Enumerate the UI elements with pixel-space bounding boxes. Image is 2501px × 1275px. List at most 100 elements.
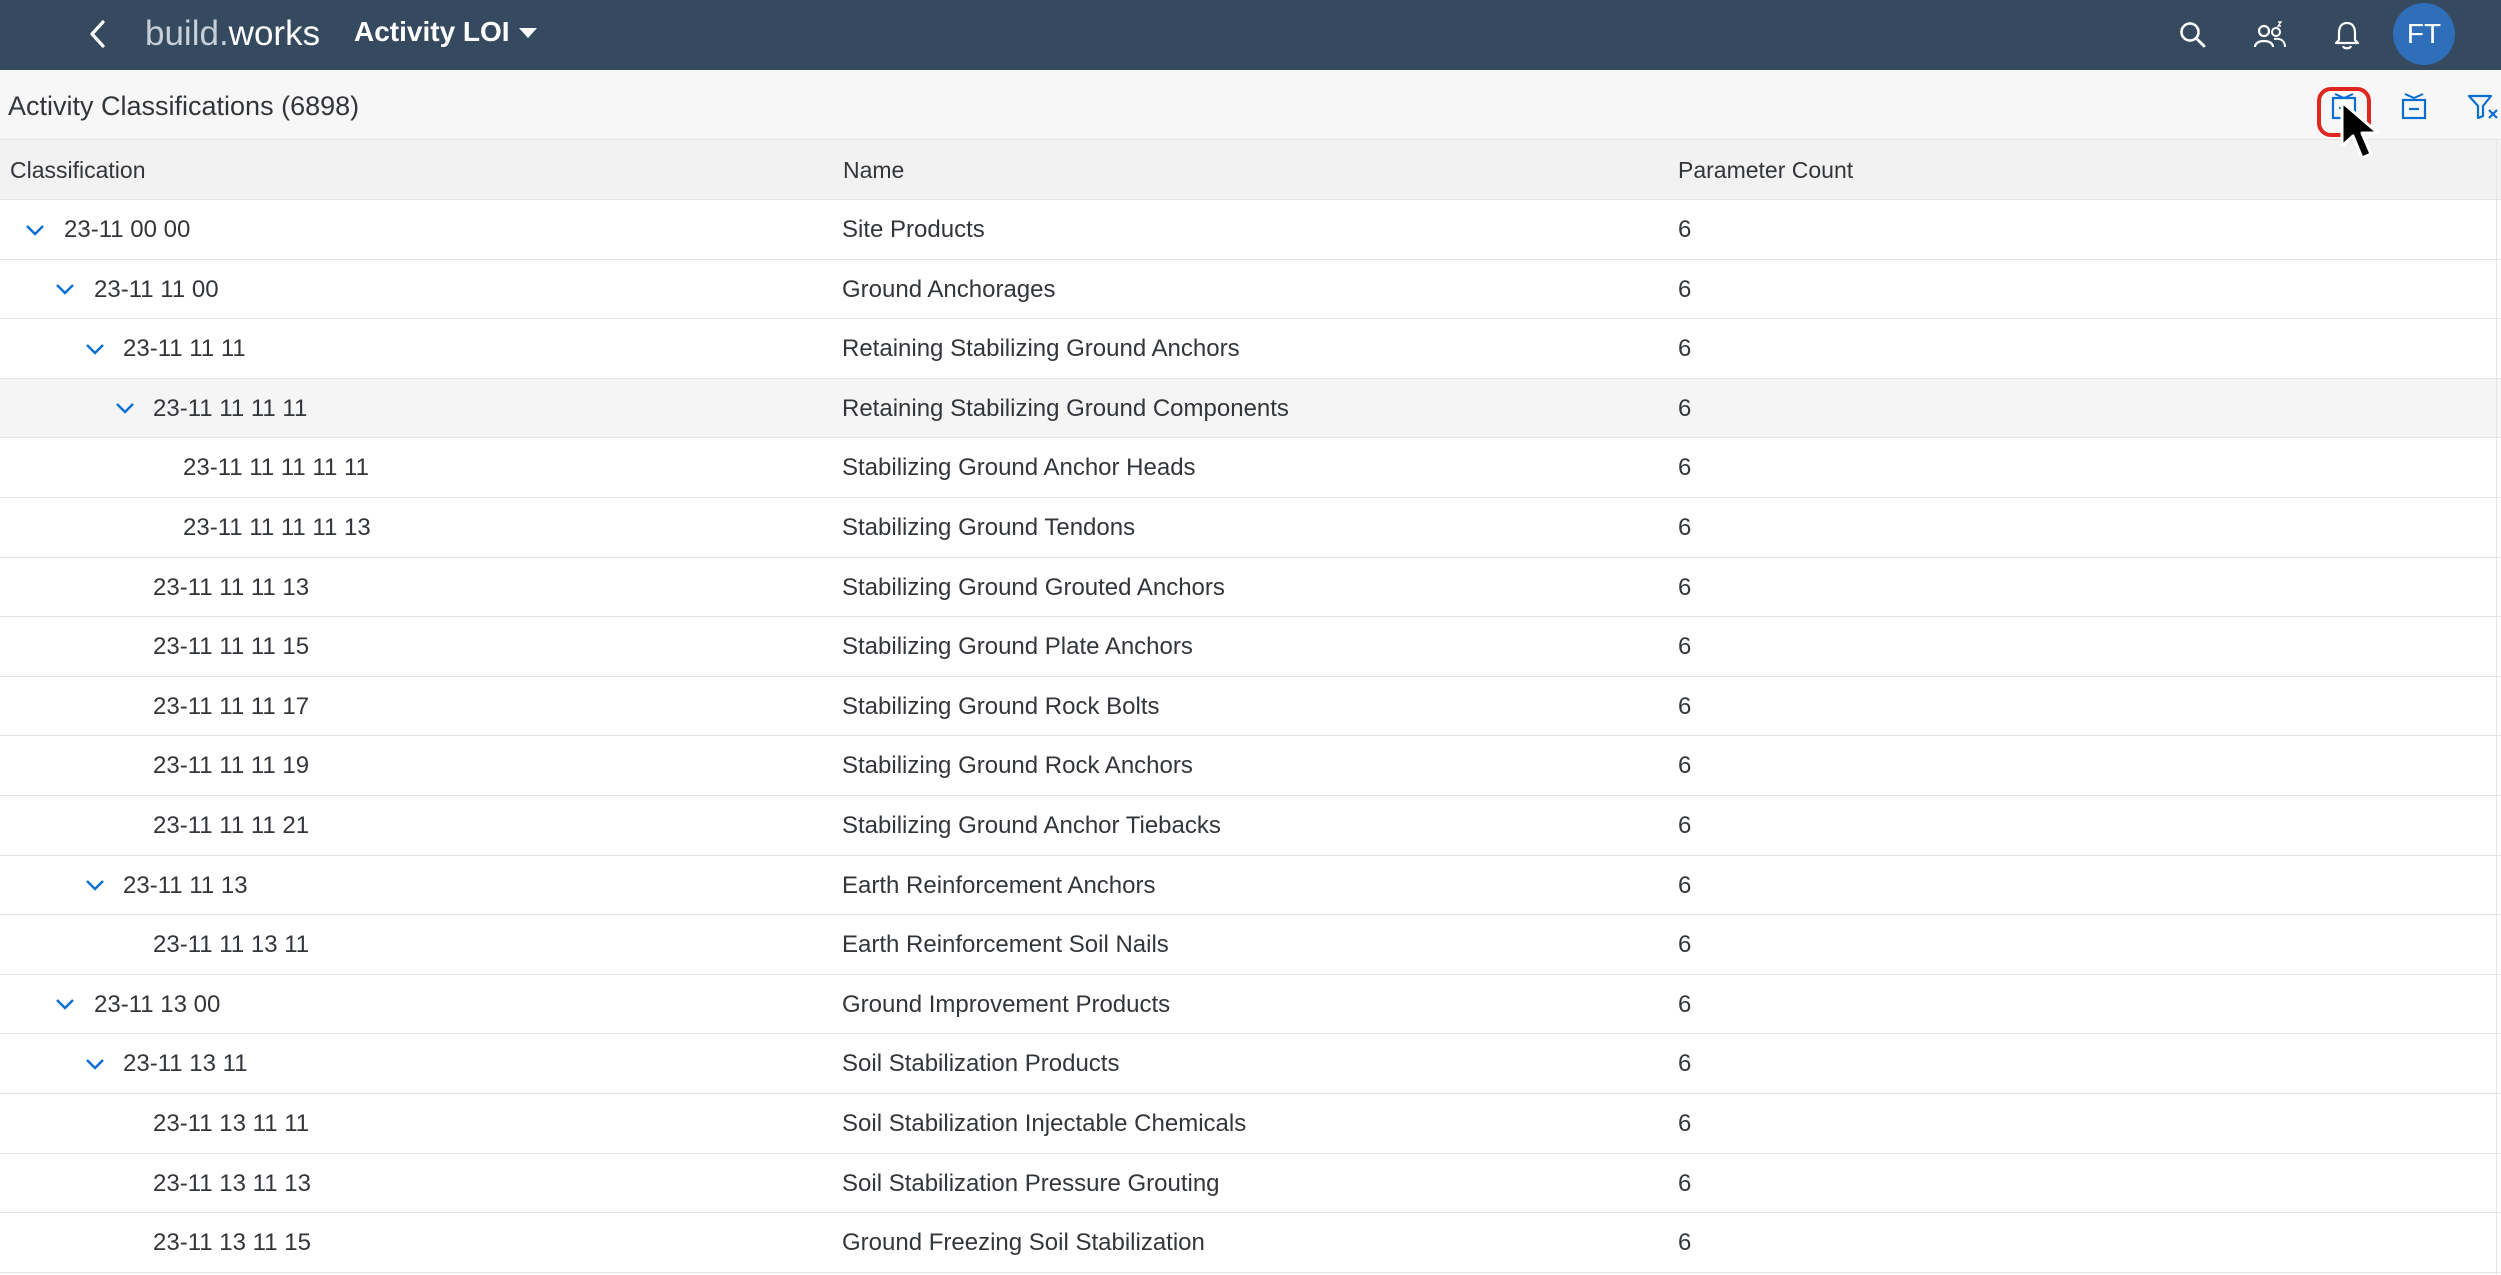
classification-cell: 23-11 11 11 11 [153, 394, 308, 422]
classification-cell: 23-11 11 11 15 [153, 633, 310, 661]
notifications-button[interactable] [2325, 13, 2369, 57]
parameter-count-cell: 6 [1678, 1050, 1692, 1078]
avatar-initials: FT [2406, 18, 2442, 49]
collapse-chevron-icon[interactable] [22, 200, 48, 259]
table-row[interactable]: 23-11 11 11 21 Stabilizing Ground Anchor… [0, 795, 2501, 856]
table-right-border [2496, 140, 2497, 1275]
collapse-chevron-icon[interactable] [82, 319, 108, 378]
table-row[interactable]: 23-11 00 00 Site Products 6 [0, 200, 2501, 260]
name-cell: Stabilizing Ground Rock Bolts [842, 692, 1160, 720]
parameter-count-cell: 6 [1678, 1169, 1692, 1197]
parameter-count-cell: 6 [1678, 990, 1692, 1018]
table-row[interactable]: 23-11 11 13 Earth Reinforcement Anchors … [0, 855, 2501, 916]
back-icon [90, 20, 105, 48]
parameter-count-cell: 6 [1678, 335, 1692, 363]
name-cell: Soil Stabilization Pressure Grouting [842, 1169, 1220, 1197]
clear-filter-button[interactable] [2460, 88, 2501, 126]
name-cell: Retaining Stabilizing Ground Anchors [842, 335, 1240, 363]
user-group-button[interactable] [2248, 13, 2292, 57]
app-title: Activity LOI [354, 16, 510, 47]
caret-down-icon [518, 28, 537, 38]
parameter-count-cell: 6 [1678, 871, 1692, 899]
parameter-count-cell: 6 [1678, 216, 1692, 243]
classification-cell: 23-11 11 00 [94, 275, 219, 303]
name-cell: Soil Stabilization Injectable Chemicals [842, 1109, 1247, 1137]
logo-part-1: build. [145, 14, 229, 53]
parameter-count-cell: 6 [1678, 752, 1692, 780]
classification-cell: 23-11 11 11 [123, 335, 246, 363]
table-toolbar: Activity Classifications (6898) [0, 70, 2501, 140]
parameter-count-cell: 6 [1678, 931, 1692, 959]
collapse-chevron-icon[interactable] [52, 260, 78, 319]
parameter-count-cell: 6 [1678, 811, 1692, 839]
collapse-chevron-icon[interactable] [82, 1034, 108, 1093]
name-cell: Ground Improvement Products [842, 990, 1171, 1018]
classification-cell: 23-11 11 11 17 [153, 692, 310, 720]
table-row[interactable]: 23-11 11 11 11 Retaining Stabilizing Gro… [0, 378, 2501, 439]
classification-tree-table: Classification Name Parameter Count 23-1… [0, 140, 2501, 1273]
table-row[interactable]: 23-11 11 11 15 Stabilizing Ground Plate … [0, 617, 2501, 677]
column-header-name[interactable]: Name [843, 140, 904, 200]
avatar[interactable]: FT [2393, 3, 2455, 65]
collapse-chevron-icon[interactable] [82, 856, 108, 915]
parameter-count-cell: 6 [1678, 275, 1692, 303]
table-row[interactable]: 23-11 13 00 Ground Improvement Products … [0, 974, 2501, 1035]
table-row[interactable]: 23-11 11 13 11 Earth Reinforcement Soil … [0, 915, 2501, 975]
mouse-pointer-icon [2340, 100, 2380, 160]
classification-cell: 23-11 00 00 [64, 216, 191, 243]
back-button[interactable] [78, 14, 118, 54]
parameter-count-cell: 6 [1678, 633, 1692, 661]
table-row[interactable]: 23-11 11 11 17 Stabilizing Ground Rock B… [0, 676, 2501, 737]
classification-cell: 23-11 11 11 11 13 [183, 513, 371, 541]
user-group-icon [2253, 21, 2286, 48]
name-cell: Earth Reinforcement Anchors [842, 871, 1156, 899]
name-cell: Stabilizing Ground Anchor Heads [842, 454, 1196, 482]
column-header-classification[interactable]: Classification [10, 140, 146, 200]
collapse-chevron-icon[interactable] [112, 379, 138, 438]
search-button[interactable] [2171, 13, 2215, 57]
name-cell: Stabilizing Ground Rock Anchors [842, 752, 1193, 780]
name-cell: Ground Anchorages [842, 275, 1056, 303]
name-cell: Soil Stabilization Products [842, 1050, 1120, 1078]
name-cell: Stabilizing Ground Grouted Anchors [842, 573, 1225, 601]
classification-cell: 23-11 11 13 11 [153, 931, 310, 959]
shell-bar: build.works Activity LOI FT [0, 0, 2501, 70]
table-row[interactable]: 23-11 13 11 13 Soil Stabilization Pressu… [0, 1153, 2501, 1214]
classification-cell: 23-11 11 11 11 11 [183, 454, 369, 482]
name-cell: Ground Freezing Soil Stabilization [842, 1229, 1205, 1257]
classification-cell: 23-11 11 11 19 [153, 752, 310, 780]
table-header: Classification Name Parameter Count [0, 140, 2501, 200]
table-row[interactable]: 23-11 13 11 Soil Stabilization Products … [0, 1034, 2501, 1094]
search-icon [2180, 22, 2206, 48]
classification-cell: 23-11 13 00 [94, 990, 221, 1018]
parameter-count-cell: 6 [1678, 513, 1692, 541]
table-row[interactable]: 23-11 11 00 Ground Anchorages 6 [0, 259, 2501, 320]
page-title: Activity Classifications (6898) [8, 91, 360, 121]
bell-icon [2334, 21, 2360, 50]
classification-cell: 23-11 11 11 21 [153, 811, 310, 839]
name-cell: Stabilizing Ground Tendons [842, 513, 1136, 541]
parameter-count-cell: 6 [1678, 1229, 1692, 1257]
table-row[interactable]: 23-11 11 11 19 Stabilizing Ground Rock A… [0, 736, 2501, 796]
table-row[interactable]: 23-11 13 11 11 Soil Stabilization Inject… [0, 1093, 2501, 1154]
parameter-count-cell: 6 [1678, 454, 1692, 482]
app-logo[interactable]: build.works [145, 14, 320, 54]
name-cell: Stabilizing Ground Anchor Tiebacks [842, 811, 1221, 839]
classification-cell: 23-11 11 11 13 [153, 573, 310, 601]
collapse-all-icon [2401, 93, 2427, 120]
table-row[interactable]: 23-11 11 11 11 13 Stabilizing Ground Ten… [0, 497, 2501, 558]
table-row[interactable]: 23-11 11 11 11 11 Stabilizing Ground Anc… [0, 438, 2501, 498]
classification-cell: 23-11 11 13 [123, 871, 248, 899]
app-title-menu[interactable]: Activity LOI [354, 12, 537, 52]
parameter-count-cell: 6 [1678, 1109, 1692, 1137]
collapse-chevron-icon[interactable] [52, 975, 78, 1034]
table-row[interactable]: 23-11 11 11 13 Stabilizing Ground Groute… [0, 557, 2501, 618]
classification-cell: 23-11 13 11 [123, 1050, 248, 1078]
classification-cell: 23-11 13 11 13 [153, 1169, 311, 1197]
classification-cell: 23-11 13 11 11 [153, 1109, 310, 1137]
classification-cell: 23-11 13 11 15 [153, 1229, 311, 1257]
table-row[interactable]: 23-11 11 11 Retaining Stabilizing Ground… [0, 319, 2501, 379]
column-header-parameter-count[interactable]: Parameter Count [1678, 140, 1853, 200]
table-row[interactable]: 23-11 13 11 15 Ground Freezing Soil Stab… [0, 1213, 2501, 1273]
name-cell: Site Products [842, 216, 985, 243]
